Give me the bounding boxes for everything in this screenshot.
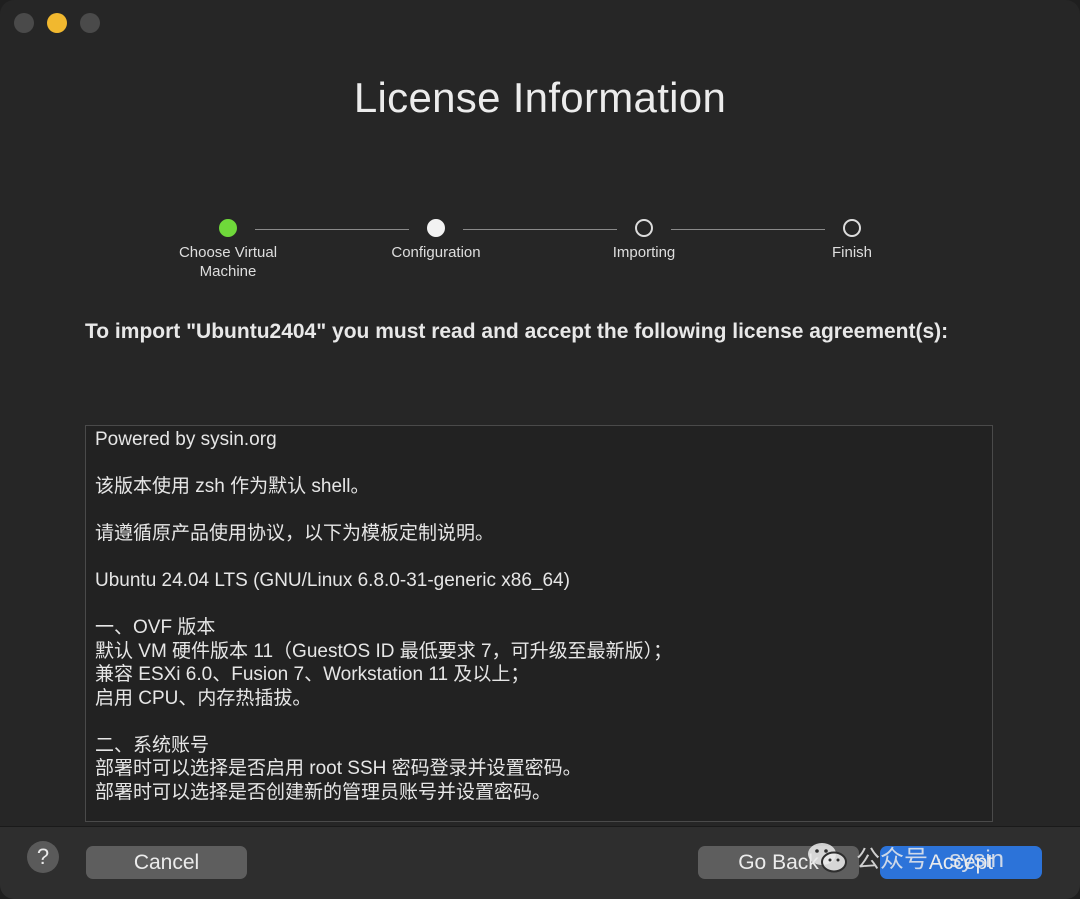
license-text-area[interactable]: Powered by sysin.org 该版本使用 zsh 作为默认 shell… [85,425,993,822]
license-line [95,452,983,476]
step-finish: Finish [772,218,932,262]
step-choose-virtual-machine: Choose Virtual Machine [148,218,308,281]
license-line: Powered by sysin.org [95,429,277,450]
license-line: 兼容 ESXi 6.0、Fusion 7、Workstation 11 及以上； [95,664,530,685]
license-line [95,546,983,570]
footer-bar: ? Cancel Go Back Accept [0,826,1080,899]
license-line: Ubuntu 24.04 LTS (GNU/Linux 6.8.0-31-gen… [95,570,570,591]
license-line [95,593,983,617]
step-current-indicator [427,219,445,237]
license-line: 启用 CPU、内存热插拔。 [95,687,312,709]
cancel-button[interactable]: Cancel [86,846,247,879]
go-back-button[interactable]: Go Back [698,846,859,879]
step-pending-indicator [843,219,861,237]
zoom-window-button[interactable] [80,13,100,33]
step-done-indicator [219,219,237,237]
page-title: License Information [353,74,727,121]
license-line [95,499,983,523]
step-configuration: Configuration [356,218,516,262]
license-line: 一、OVF 版本 [95,617,216,638]
close-window-button[interactable] [14,13,34,33]
license-line [95,710,983,734]
step-label: Finish [831,244,872,261]
step-label: Configuration [391,244,481,261]
import-stepper: Choose Virtual Machine Configuration Impo… [0,218,1080,298]
license-line: 该版本使用 zsh 作为默认 shell。 [95,476,370,497]
minimize-window-button[interactable] [47,13,67,33]
license-line: 默认 VM 硬件版本 11（GuestOS ID 最低要求 7，可升级至最新版）… [95,640,673,662]
step-pending-indicator [635,219,653,237]
accept-button[interactable]: Accept [880,846,1042,879]
step-label: Importing [612,244,676,261]
license-prompt: To import "Ubuntu2404" you must read and… [85,320,949,343]
license-text: Powered by sysin.org 该版本使用 zsh 作为默认 shell… [86,426,992,806]
license-line: 部署时可以选择是否启用 root SSH 密码登录并设置密码。 [95,758,582,779]
step-importing: Importing [564,218,724,262]
traffic-lights [14,13,100,33]
help-button[interactable]: ? [27,841,59,873]
step-label: Choose Virtual Machine [178,244,278,280]
license-line: 二、系统账号 [95,734,210,756]
import-window: License Information Choose Virtual Machin… [0,0,1080,899]
license-line: 部署时可以选择是否创建新的管理员账号并设置密码。 [95,781,552,803]
license-line: 请遵循原产品使用协议，以下为模板定制说明。 [95,523,495,544]
